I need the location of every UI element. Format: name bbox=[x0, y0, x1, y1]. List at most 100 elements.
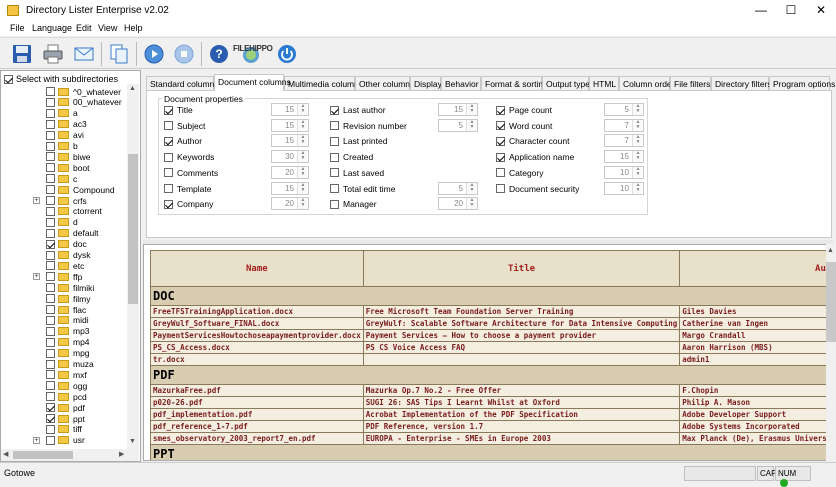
print-icon[interactable] bbox=[40, 41, 66, 67]
tree-item[interactable]: pcd bbox=[1, 391, 87, 402]
tree-item-checkbox[interactable] bbox=[46, 119, 55, 129]
filehippo-icon[interactable]: FILEHIPPO bbox=[233, 41, 273, 67]
column-width-spinner[interactable]: 15 ▲ ▼ bbox=[271, 134, 309, 148]
tree-item[interactable]: 00_whatever bbox=[1, 97, 122, 108]
menu-edit[interactable]: Edit bbox=[76, 23, 92, 33]
tree-item-checkbox[interactable] bbox=[46, 359, 55, 369]
menu-file[interactable]: File bbox=[10, 23, 25, 33]
tree-hscroll-thumb[interactable] bbox=[13, 451, 73, 459]
property-author[interactable]: Author bbox=[164, 135, 202, 147]
tree-item[interactable]: d bbox=[1, 217, 78, 228]
tree-item-checkbox[interactable] bbox=[46, 348, 55, 358]
tree-scroll-thumb[interactable] bbox=[128, 154, 138, 304]
property-checkbox[interactable] bbox=[164, 121, 173, 131]
tree-item-checkbox[interactable] bbox=[46, 87, 55, 96]
select-with-subdirectories-checkbox[interactable] bbox=[4, 74, 13, 84]
property-checkbox[interactable] bbox=[496, 121, 505, 131]
tree-item[interactable]: ppt bbox=[1, 413, 85, 424]
tree-item[interactable]: filmiki bbox=[1, 282, 94, 293]
save-icon[interactable] bbox=[9, 41, 35, 67]
column-width-spinner[interactable]: 15 ▲ ▼ bbox=[604, 150, 644, 164]
tab-standard-columns[interactable]: Standard columns bbox=[146, 76, 219, 91]
spinner-arrows-icon[interactable]: ▲ ▼ bbox=[466, 119, 477, 131]
spinner-arrows-icon[interactable]: ▲ ▼ bbox=[466, 104, 477, 115]
tree-item-checkbox[interactable] bbox=[46, 261, 55, 271]
tree-item-checkbox[interactable] bbox=[46, 239, 55, 249]
property-checkbox[interactable] bbox=[164, 184, 173, 193]
spinner-arrows-icon[interactable]: ▲ ▼ bbox=[632, 104, 643, 115]
power-icon[interactable] bbox=[274, 41, 300, 67]
property-checkbox[interactable] bbox=[330, 184, 339, 193]
property-category[interactable]: Category bbox=[496, 167, 544, 179]
tree-item-checkbox[interactable] bbox=[46, 315, 55, 325]
column-width-spinner[interactable]: 15 ▲ ▼ bbox=[271, 103, 309, 116]
tree-item[interactable]: default bbox=[1, 228, 99, 239]
tree-item-checkbox[interactable] bbox=[46, 305, 55, 314]
property-checkbox[interactable] bbox=[330, 105, 339, 115]
tree-item[interactable]: ^0_whatever bbox=[1, 86, 121, 97]
column-width-spinner[interactable]: 7 ▲ ▼ bbox=[604, 118, 644, 132]
column-width-spinner[interactable]: 5 ▲ ▼ bbox=[438, 181, 478, 195]
tree-item-checkbox[interactable] bbox=[46, 141, 55, 151]
column-width-spinner[interactable]: 15 ▲ ▼ bbox=[271, 118, 309, 132]
property-application-name[interactable]: Application name bbox=[496, 151, 574, 163]
tree-item[interactable]: muza bbox=[1, 359, 94, 370]
close-button[interactable]: ✕ bbox=[806, 0, 836, 22]
property-checkbox[interactable] bbox=[164, 168, 173, 178]
tree-item-checkbox[interactable] bbox=[46, 424, 55, 434]
tab-program-options[interactable]: Program options bbox=[769, 76, 835, 91]
property-last-author[interactable]: Last author bbox=[330, 104, 386, 116]
property-company[interactable]: Company bbox=[164, 198, 213, 210]
property-total-edit-time[interactable]: Total edit time bbox=[330, 183, 395, 195]
tree-item-checkbox[interactable] bbox=[46, 130, 55, 140]
preview-scroll-thumb[interactable] bbox=[826, 262, 836, 342]
tree-item[interactable]: boot bbox=[1, 162, 90, 173]
tree-vertical-scrollbar[interactable]: ▲ ▼ bbox=[127, 84, 139, 449]
property-checkbox[interactable] bbox=[496, 184, 505, 193]
tree-horizontal-scrollbar[interactable]: ◀ ▶ bbox=[1, 449, 139, 461]
tree-item-checkbox[interactable] bbox=[46, 152, 55, 162]
spinner-arrows-icon[interactable]: ▲ ▼ bbox=[466, 198, 477, 210]
tree-item[interactable]: Compound bbox=[1, 184, 115, 195]
property-checkbox[interactable] bbox=[330, 121, 339, 131]
column-width-spinner[interactable]: 20 ▲ ▼ bbox=[271, 197, 309, 211]
property-checkbox[interactable] bbox=[164, 136, 173, 146]
tree-item-checkbox[interactable] bbox=[46, 414, 55, 423]
column-width-spinner[interactable]: 20 ▲ ▼ bbox=[438, 197, 478, 211]
tree-item[interactable]: pdf bbox=[1, 402, 85, 413]
tree-item[interactable]: b bbox=[1, 141, 78, 152]
tree-item-checkbox[interactable] bbox=[46, 174, 55, 184]
menu-help[interactable]: Help bbox=[124, 23, 143, 33]
tree-item[interactable]: + crfs bbox=[1, 195, 87, 206]
property-character-count[interactable]: Character count bbox=[496, 135, 569, 147]
property-keywords[interactable]: Keywords bbox=[164, 151, 214, 163]
tree-expander-icon[interactable]: + bbox=[33, 273, 40, 281]
minimize-button[interactable]: — bbox=[746, 0, 776, 22]
tree-item-checkbox[interactable] bbox=[46, 403, 55, 413]
spinner-arrows-icon[interactable]: ▲ ▼ bbox=[632, 166, 643, 178]
spinner-arrows-icon[interactable]: ▲ ▼ bbox=[297, 119, 308, 131]
tree-item[interactable]: midi bbox=[1, 315, 89, 326]
tree-item[interactable]: doc bbox=[1, 239, 87, 250]
column-width-spinner[interactable]: 7 ▲ ▼ bbox=[604, 134, 644, 148]
tab-directory-filters[interactable]: Directory filters bbox=[711, 76, 772, 91]
tab-column-order[interactable]: Column order bbox=[619, 76, 675, 91]
tree-item[interactable]: a bbox=[1, 108, 78, 119]
tree-item[interactable]: etc bbox=[1, 260, 84, 271]
tree-item-checkbox[interactable] bbox=[46, 392, 55, 402]
tree-item-checkbox[interactable] bbox=[46, 337, 55, 347]
tab-display[interactable]: Display bbox=[410, 76, 442, 91]
column-width-spinner[interactable]: 30 ▲ ▼ bbox=[271, 150, 309, 164]
property-last-saved[interactable]: Last saved bbox=[330, 167, 384, 179]
tree-item-checkbox[interactable] bbox=[46, 435, 55, 445]
tree-item[interactable]: mxf bbox=[1, 369, 87, 380]
tab-other-columns[interactable]: Other columns bbox=[355, 76, 414, 91]
spinner-arrows-icon[interactable]: ▲ ▼ bbox=[297, 135, 308, 147]
tab-html[interactable]: HTML bbox=[589, 76, 619, 91]
column-width-spinner[interactable]: 5 ▲ ▼ bbox=[438, 118, 478, 132]
tree-item[interactable]: mp4 bbox=[1, 337, 90, 348]
property-checkbox[interactable] bbox=[164, 152, 173, 162]
stop-icon[interactable] bbox=[171, 41, 197, 67]
property-checkbox[interactable] bbox=[330, 168, 339, 178]
column-width-spinner[interactable]: 10 ▲ ▼ bbox=[604, 181, 644, 195]
